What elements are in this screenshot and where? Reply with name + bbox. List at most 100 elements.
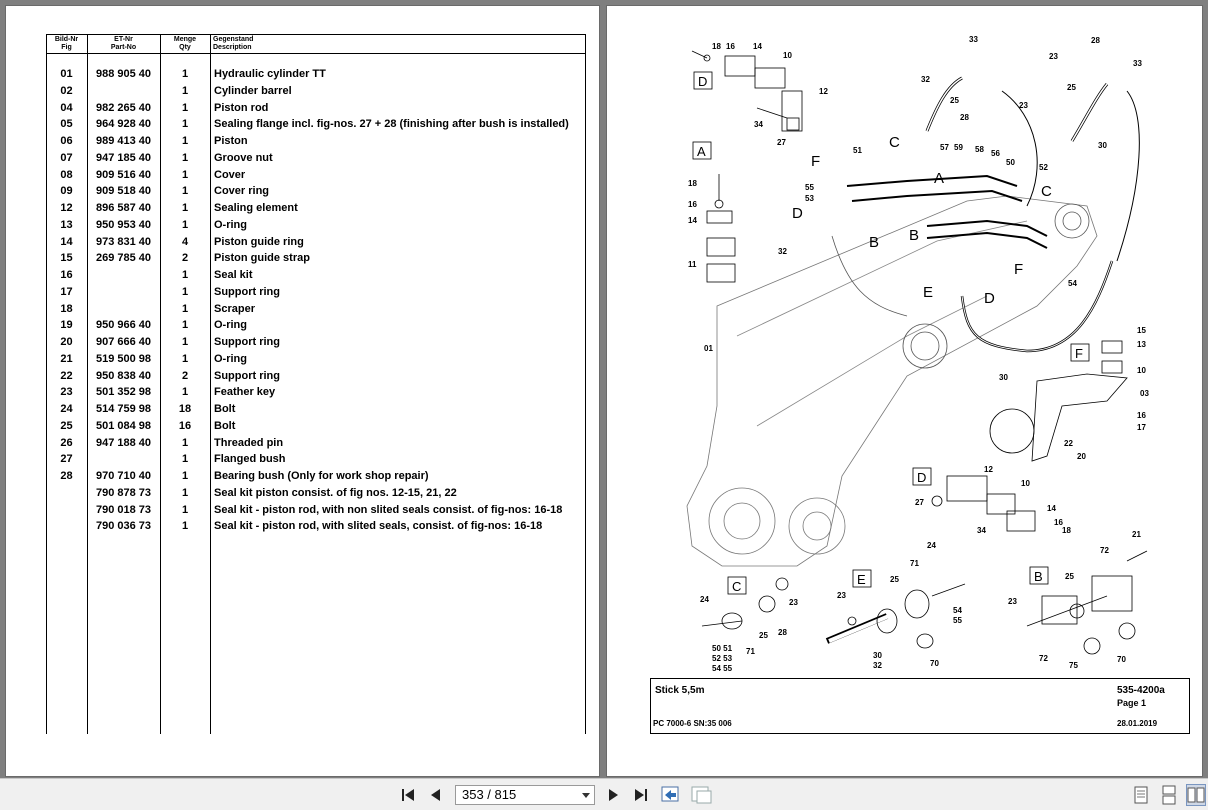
cell-qty: 4 <box>181 235 189 248</box>
cell-part-no: 947 185 40 <box>95 151 152 164</box>
cell-fig: 07 <box>60 151 73 164</box>
callout-number: 23 <box>1008 597 1017 606</box>
callout-number: 52 <box>1039 163 1048 172</box>
header-qty: Menge Qty <box>173 36 197 51</box>
table-row: 790 018 73 1 Seal kit - piston rod, with n… <box>46 504 586 521</box>
callout-number: 72 <box>1100 546 1109 555</box>
table-row: 20 907 666 40 1 Support ring <box>46 336 586 353</box>
cell-qty: 2 <box>181 369 189 382</box>
next-page-button[interactable] <box>605 787 621 803</box>
cell-qty: 1 <box>181 436 189 449</box>
parts-table: Bild-Nr Fig ET-Nr Part-No Menge Qty Gegenst… <box>46 34 586 734</box>
table-row: 21 519 500 98 1 O-ring <box>46 353 586 370</box>
cell-fig: 21 <box>60 352 73 365</box>
cell-description: Seal kit - piston rod, with non slited s… <box>214 503 563 516</box>
arrow-label-a1: A <box>934 170 944 187</box>
cell-part-no: 514 759 98 <box>95 403 152 415</box>
history-back-icon <box>661 786 679 802</box>
table-row: 19 950 966 40 1 O-ring <box>46 319 586 336</box>
cell-description: Bolt <box>214 403 236 415</box>
callout-number: 51 <box>853 146 862 155</box>
cell-qty: 1 <box>181 151 189 164</box>
cell-part-no: 947 188 40 <box>95 436 152 449</box>
callout-number: 28 <box>960 113 969 122</box>
table-row: 790 036 73 1 Seal kit - piston rod, with s… <box>46 520 586 537</box>
cell-fig: 23 <box>60 386 73 399</box>
continuous-page-icon <box>1162 785 1176 805</box>
cell-part-no: 970 710 40 <box>95 470 152 482</box>
cell-description: Support ring <box>214 369 280 382</box>
cell-description: Feather key <box>214 386 276 399</box>
cell-description: Support ring <box>214 285 280 298</box>
cell-part-no: 909 516 40 <box>95 168 152 181</box>
cell-fig: 16 <box>60 269 73 281</box>
cell-qty: 1 <box>181 68 189 80</box>
previous-page-button[interactable] <box>428 787 444 803</box>
cell-qty: 1 <box>181 218 189 231</box>
callout-number: 59 <box>954 143 963 152</box>
last-page-icon <box>635 789 647 801</box>
arrow-label-b2: B <box>909 227 919 244</box>
cell-description: Support ring <box>214 336 280 348</box>
cell-fig: 14 <box>60 235 73 248</box>
jump-forward-button[interactable] <box>689 785 713 805</box>
cell-qty: 1 <box>181 486 189 499</box>
table-row: 18 1 Scraper <box>46 303 586 320</box>
callout-number: 12 <box>819 87 828 96</box>
arrow-label-d4: D <box>984 290 995 307</box>
callout-number: 27 <box>915 498 924 507</box>
continuous-view-button[interactable] <box>1160 785 1178 805</box>
table-row: 04 982 265 40 1 Piston rod <box>46 102 586 119</box>
callout-number: 11 <box>688 260 697 269</box>
table-row: 05 964 928 40 1 Sealing flange incl. fig-no… <box>46 118 586 135</box>
last-page-button[interactable] <box>631 787 649 803</box>
facing-view-button[interactable] <box>1186 784 1206 806</box>
callout-number: 32 <box>921 75 930 84</box>
table-row: 16 1 Seal kit <box>46 269 586 286</box>
detail-box-d1: D <box>698 74 707 89</box>
cell-part-no: 982 265 40 <box>95 101 152 114</box>
callout-number: 75 <box>1069 661 1078 670</box>
callout-number: 54 <box>1068 279 1077 288</box>
dropdown-arrow-icon <box>582 793 590 798</box>
table-row: 17 1 Support ring <box>46 286 586 303</box>
jump-back-button[interactable] <box>659 785 683 805</box>
cell-fig: 08 <box>60 168 73 181</box>
cell-fig: 28 <box>60 470 73 482</box>
callout-number: 57 <box>940 143 949 152</box>
callout-number: 25 <box>1065 572 1074 581</box>
single-page-view-button[interactable] <box>1132 785 1150 805</box>
first-page-button[interactable] <box>400 787 418 803</box>
callout-number: 23 <box>837 591 846 600</box>
cell-description: Hydraulic cylinder TT <box>214 68 326 80</box>
cell-fig: 26 <box>60 436 73 449</box>
cell-description: Piston rod <box>214 101 269 114</box>
document-viewer: Bild-Nr Fig ET-Nr Part-No Menge Qty Gegenst… <box>0 0 1208 778</box>
cell-fig: 06 <box>60 135 73 147</box>
navigation-toolbar: 353 / 815 <box>0 778 1208 810</box>
cell-part-no: 790 036 73 <box>95 520 152 533</box>
arrow-label-b1: B <box>869 234 879 251</box>
callout-number: 23 <box>1019 101 1028 110</box>
table-row: 22 950 838 40 2 Support ring <box>46 370 586 387</box>
table-row: 15 269 785 40 2 Piston guide strap <box>46 252 586 269</box>
table-row: 09 909 518 40 1 Cover ring <box>46 185 586 202</box>
cell-description: Sealing element <box>214 202 298 214</box>
facing-pages-icon <box>1187 787 1205 803</box>
callout-number: 24 <box>700 595 709 604</box>
cell-description: Piston <box>214 135 248 147</box>
table-row: 26 947 188 40 1 Threaded pin <box>46 437 586 454</box>
callout-number: 34 <box>754 120 763 129</box>
cell-description: Bolt <box>214 419 236 432</box>
page-number-select[interactable]: 353 / 815 <box>455 785 595 805</box>
cell-part-no: 950 966 40 <box>95 319 152 332</box>
detail-box-e: E <box>857 572 866 587</box>
callout-number: 20 <box>1077 452 1086 461</box>
callout-number: 33 <box>1133 59 1142 68</box>
callout-number: 70 <box>1117 655 1126 664</box>
callout-number: 34 <box>977 526 986 535</box>
callout-number: 10 <box>1137 366 1146 375</box>
cell-fig: 25 <box>60 419 73 432</box>
callout-number: 23 <box>789 598 798 607</box>
page-drawing: D A F D C E B C F A C D B B F E D 18 16 … <box>607 6 1202 776</box>
